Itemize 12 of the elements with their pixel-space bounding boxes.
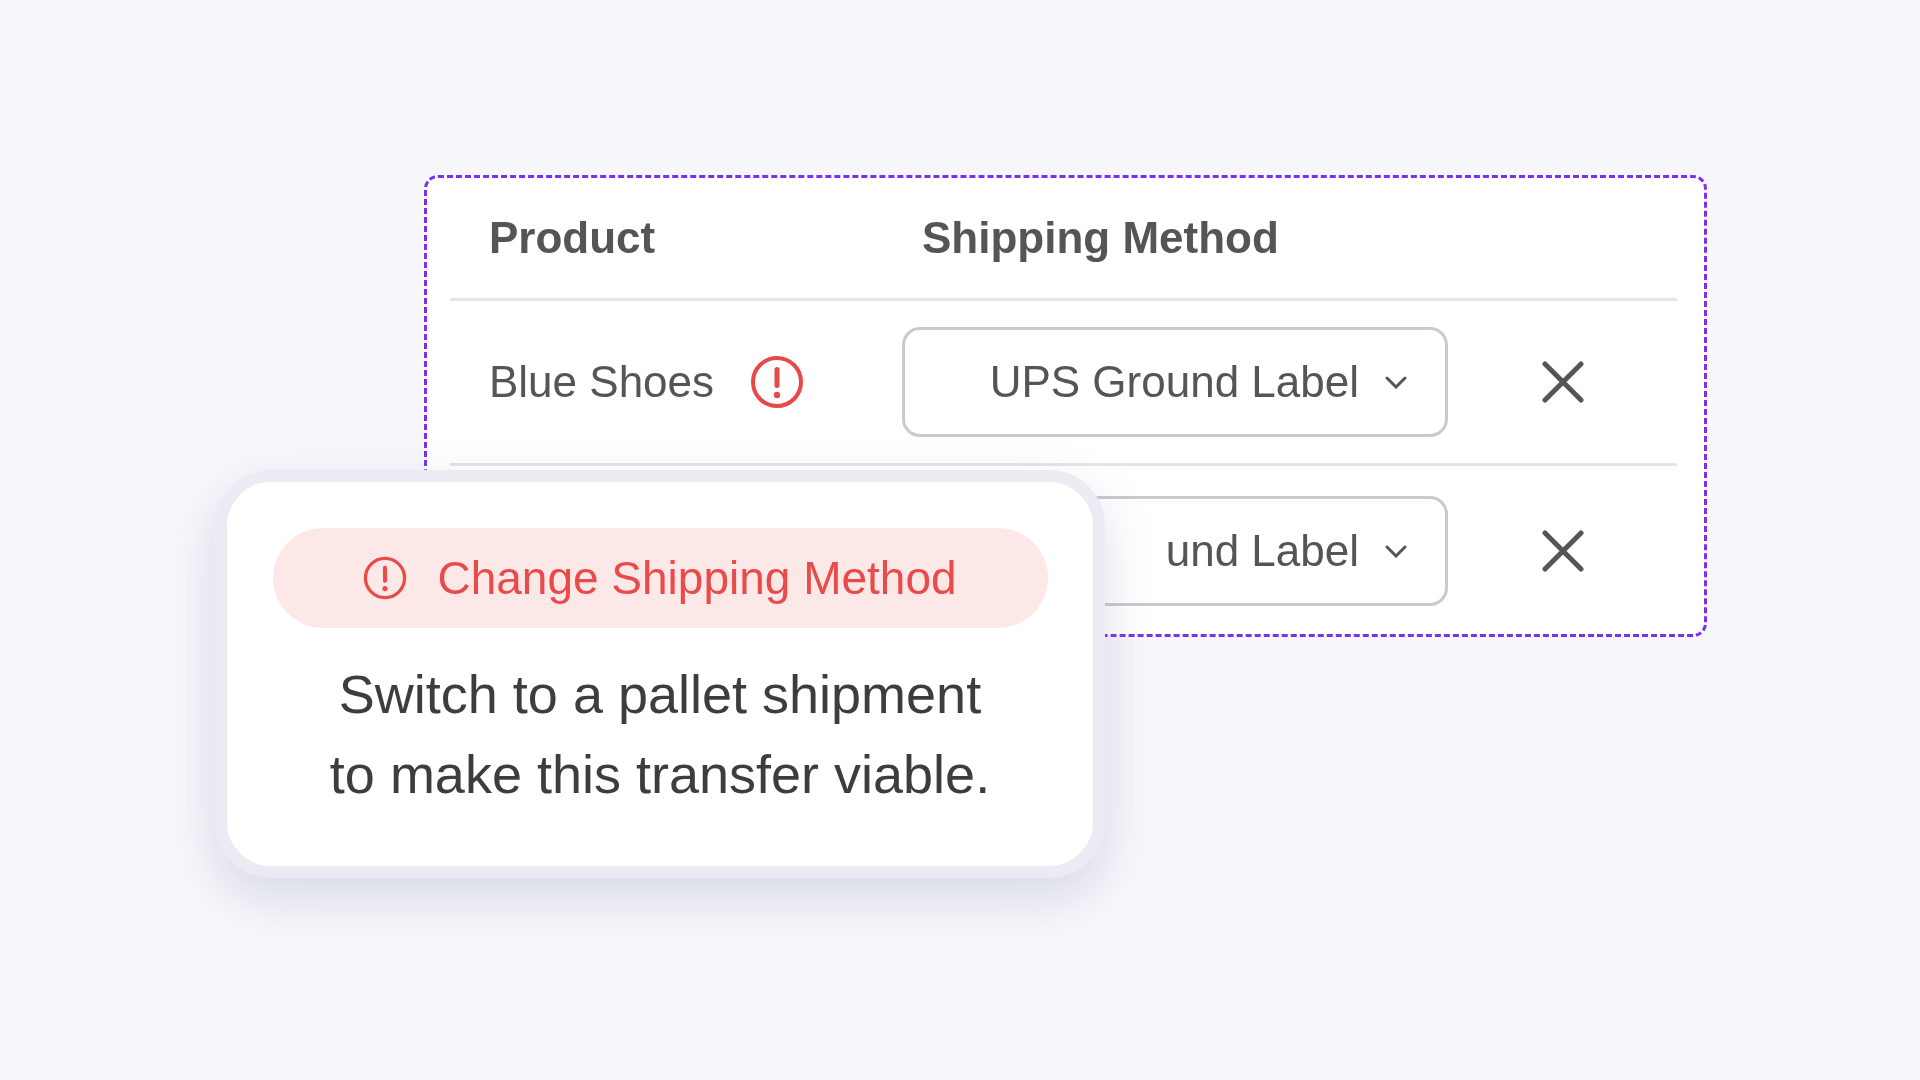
product-name: Blue Shoes: [489, 357, 715, 407]
tooltip-message: Switch to a pallet shipment to make this transfer viable.: [329, 663, 991, 806]
chevron-down-icon: [1385, 375, 1407, 389]
close-icon[interactable]: [1541, 361, 1584, 403]
column-header: Product: [488, 213, 657, 263]
chevron-down-icon: [1385, 544, 1407, 558]
warning-icon: [363, 556, 408, 600]
warning-icon: [750, 355, 805, 409]
column-header: Shipping Method: [921, 213, 1280, 263]
close-icon[interactable]: [1541, 530, 1584, 572]
shipping-method-dropdown[interactable]: UPS Ground Label: [902, 327, 1448, 437]
warning-badge: Change Shipping Method: [272, 528, 1048, 628]
